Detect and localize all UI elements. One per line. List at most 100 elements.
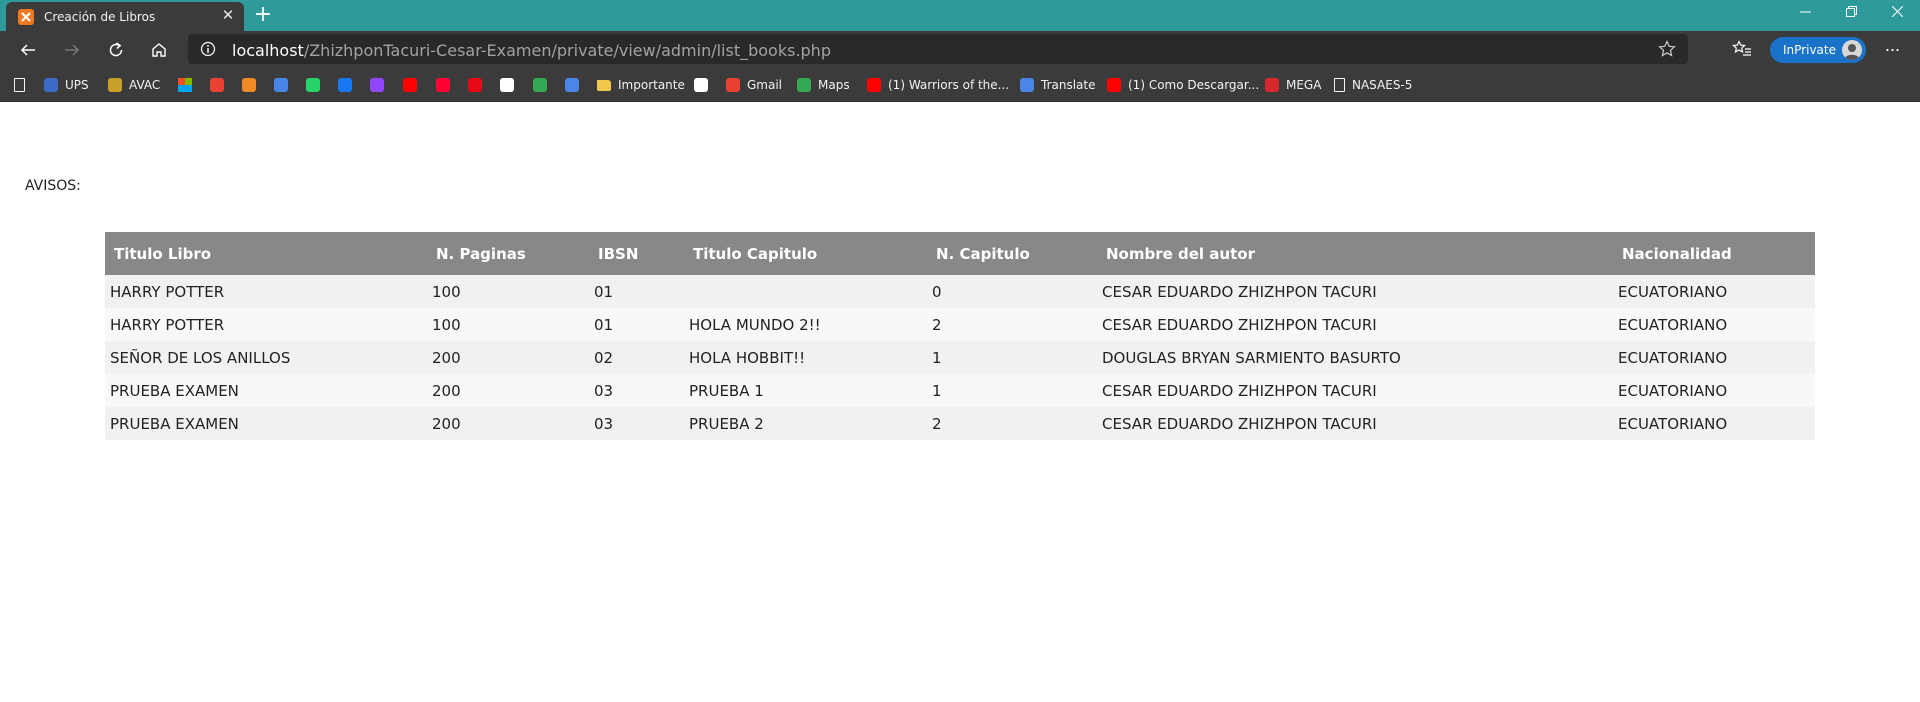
cell-titulo-libro: PRUEBA EXAMEN <box>105 407 427 440</box>
bookmark-item[interactable]: Importante <box>597 77 685 93</box>
favorite-star-icon[interactable] <box>1658 40 1676 58</box>
youtube-music-icon <box>436 78 450 92</box>
books-table: Titulo Libro N. Paginas IBSN Titulo Capi… <box>105 232 1815 440</box>
bookmark-item[interactable]: (1) Como Descargar... <box>1107 77 1259 93</box>
header-titulo-capitulo: Titulo Capitulo <box>684 232 927 275</box>
url-path: /ZhizhponTacuri-Cesar-Examen/private/vie… <box>303 41 831 60</box>
table-header-row: Titulo Libro N. Paginas IBSN Titulo Capi… <box>105 232 1815 275</box>
translate-icon <box>1020 78 1034 92</box>
bookmark-label: Importante <box>618 78 685 92</box>
bookmark-item[interactable]: Translate <box>1020 77 1096 93</box>
amazon-icon <box>500 78 514 92</box>
facebook-icon <box>338 78 352 92</box>
url-text[interactable]: localhost/ZhizhponTacuri-Cesar-Examen/pr… <box>232 41 831 60</box>
bookmark-item[interactable]: Gmail <box>726 77 782 93</box>
browser-tab[interactable]: Creación de Libros ✕ <box>6 2 244 31</box>
restore-icon[interactable] <box>1828 0 1874 22</box>
url-host: localhost <box>232 41 304 60</box>
bookmark-item[interactable] <box>210 77 224 93</box>
cell-n-capitulo: 0 <box>927 275 1097 308</box>
more-options-icon[interactable]: ··· <box>1880 39 1904 59</box>
cell-n-paginas: 100 <box>427 308 589 341</box>
cell-n-capitulo: 1 <box>927 341 1097 374</box>
bookmark-item[interactable] <box>306 77 320 93</box>
bookmarks-bar: UPS AVAC Importante Gmail Maps (1) Warriors o… <box>0 68 1920 102</box>
twitch-icon <box>370 78 384 92</box>
cell-titulo-libro: PRUEBA EXAMEN <box>105 374 427 407</box>
header-n-paginas: N. Paginas <box>427 232 589 275</box>
address-bar[interactable]: localhost/ZhizhponTacuri-Cesar-Examen/pr… <box>188 34 1688 64</box>
bookmark-label: MEGA <box>1286 78 1322 92</box>
header-ibsn: IBSN <box>589 232 684 275</box>
tab-strip: Creación de Libros ✕ + <box>0 0 1920 31</box>
cell-ibsn: 01 <box>589 275 684 308</box>
bookmark-item[interactable]: AVAC <box>108 77 160 93</box>
maps-icon <box>797 78 811 92</box>
bookmark-item[interactable]: NASAES-5 <box>1334 77 1412 93</box>
new-tab-button[interactable]: + <box>252 4 274 26</box>
bookmark-item[interactable] <box>565 77 579 93</box>
youtube-icon <box>1107 78 1121 92</box>
navigation-bar: localhost/ZhizhponTacuri-Cesar-Examen/pr… <box>0 31 1920 68</box>
bookmark-item[interactable] <box>370 77 384 93</box>
bookmark-item[interactable] <box>14 77 25 93</box>
avatar <box>1842 40 1862 60</box>
inprivate-button[interactable]: InPrivate <box>1770 37 1866 63</box>
favorites-icon[interactable] <box>1732 40 1752 58</box>
bookmark-item[interactable] <box>178 77 192 93</box>
bookmark-item[interactable] <box>242 77 256 93</box>
maps-icon <box>533 78 547 92</box>
bookmark-item[interactable]: MEGA <box>1265 77 1321 93</box>
cell-n-capitulo: 1 <box>927 374 1097 407</box>
home-icon[interactable] <box>145 36 173 64</box>
cell-titulo-capitulo: PRUEBA 2 <box>684 407 927 440</box>
bookmark-item[interactable] <box>694 77 708 93</box>
google-icon <box>694 78 708 92</box>
header-nombre-autor: Nombre del autor <box>1097 232 1613 275</box>
cell-ibsn: 02 <box>589 341 684 374</box>
cell-titulo-libro: HARRY POTTER <box>105 275 427 308</box>
bookmark-label: Maps <box>818 78 850 92</box>
table-row: SEÑOR DE LOS ANILLOS 200 02 HOLA HOBBIT!… <box>105 341 1815 374</box>
whatsapp-icon <box>306 78 320 92</box>
bookmark-item[interactable] <box>403 77 417 93</box>
cell-nacionalidad: ECUATORIANO <box>1613 308 1815 341</box>
folder-icon <box>597 79 611 91</box>
minimize-icon[interactable] <box>1782 0 1828 22</box>
cell-titulo-capitulo: HOLA HOBBIT!! <box>684 341 927 374</box>
avac-icon <box>108 78 122 92</box>
bookmark-item[interactable]: (1) Warriors of the... <box>867 77 1009 93</box>
forward-arrow-icon[interactable] <box>58 36 86 64</box>
bookmark-item[interactable] <box>468 77 482 93</box>
bookmark-item[interactable] <box>436 77 450 93</box>
back-arrow-icon[interactable] <box>14 36 42 64</box>
xampp-favicon-icon <box>18 8 34 25</box>
bookmark-label: (1) Como Descargar... <box>1128 78 1260 92</box>
close-tab-icon[interactable]: ✕ <box>220 8 236 24</box>
tab-title: Creación de Libros <box>44 9 156 24</box>
bookmark-item[interactable]: UPS <box>44 77 89 93</box>
close-window-icon[interactable] <box>1874 0 1920 22</box>
netflix-icon <box>468 78 482 92</box>
refresh-icon[interactable] <box>102 36 130 64</box>
cell-nombre-autor: DOUGLAS BRYAN SARMIENTO BASURTO <box>1097 341 1613 374</box>
bookmark-item[interactable]: Maps <box>797 77 850 93</box>
inprivate-label: InPrivate <box>1783 43 1836 57</box>
info-icon[interactable] <box>200 41 216 57</box>
bookmark-item[interactable] <box>533 77 547 93</box>
header-nacionalidad: Nacionalidad <box>1613 232 1815 275</box>
youtube-icon <box>403 78 417 92</box>
bookmark-item[interactable] <box>274 77 288 93</box>
cell-titulo-libro: HARRY POTTER <box>105 308 427 341</box>
bookmark-label: NASAES-5 <box>1352 78 1413 92</box>
cell-titulo-capitulo: PRUEBA 1 <box>684 374 927 407</box>
header-n-capitulo: N. Capitulo <box>927 232 1097 275</box>
mega-icon <box>1265 78 1279 92</box>
cell-n-paginas: 200 <box>427 374 589 407</box>
bookmark-item[interactable] <box>338 77 352 93</box>
page-icon <box>14 78 25 92</box>
table-row: HARRY POTTER 100 01 0 CESAR EDUARDO ZHIZ… <box>105 275 1815 308</box>
bookmark-item[interactable] <box>500 77 514 93</box>
cell-n-paginas: 100 <box>427 275 589 308</box>
bookmark-label: Translate <box>1041 78 1096 92</box>
